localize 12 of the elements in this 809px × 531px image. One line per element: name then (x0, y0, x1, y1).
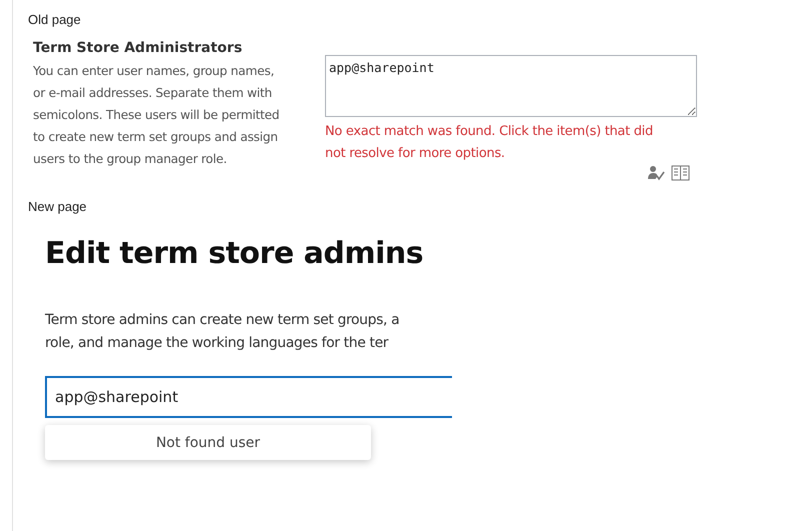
admins-field[interactable]: app@sharepoint (45, 376, 452, 418)
page-title: Edit term store admins (45, 236, 424, 271)
section-label: Old page (28, 12, 82, 27)
admins-field[interactable]: app@sharepoint (325, 55, 697, 117)
description: Term store admins can create new term set groups, a role, and manage the working languages for the ter (45, 311, 400, 353)
section-title: Term Store Administrators (33, 40, 244, 56)
address-book-icon[interactable] (671, 165, 691, 181)
section-label: New page (28, 199, 88, 214)
description: You can enter user names, group names, or e-mail addresses. Separate them with semicolons. These users will be permitted to create new term set groups and assign users to the group manager role. (33, 63, 280, 168)
check-names-icon[interactable] (647, 165, 665, 181)
error-message: No exact match was found. Click the item(s) that did not resolve for more options. (325, 123, 654, 163)
suggestion-item[interactable]: Not found user (45, 425, 371, 460)
